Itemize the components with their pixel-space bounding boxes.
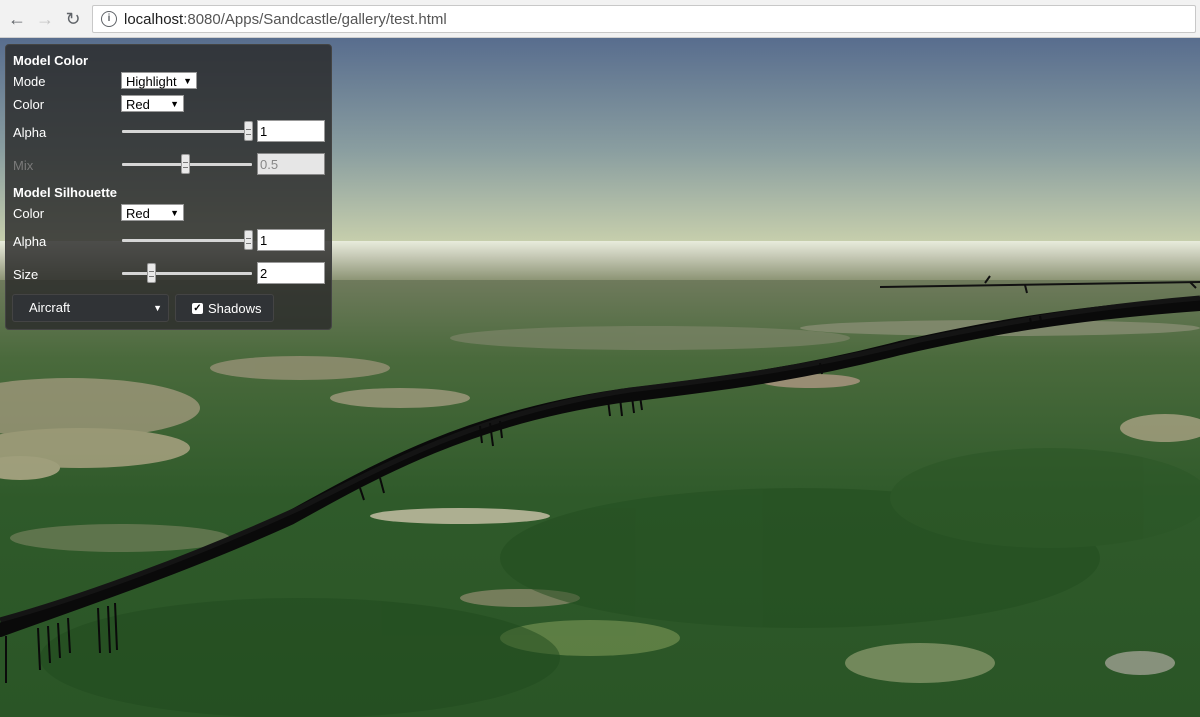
dropdown-arrow-icon: ▼ [183, 76, 192, 86]
slider-thumb[interactable] [146, 263, 156, 283]
dropdown-arrow-icon: ▼ [170, 99, 179, 109]
arrow-left-icon[interactable]: ← [6, 8, 28, 30]
alpha-label: Alpha [13, 125, 47, 140]
url-text[interactable]: localhost:8080/Apps/Sandcastle/gallery/t… [124, 11, 447, 28]
silhouette-alpha-label: Alpha [13, 234, 47, 249]
model-select-value: Aircraft [29, 300, 71, 315]
arrow-right-icon[interactable]: → [34, 8, 56, 30]
silhouette-color-select[interactable]: Red ▼ [121, 204, 184, 221]
mix-label: Mix [13, 158, 34, 173]
mode-label: Mode [13, 74, 46, 89]
checkbox-checked-icon[interactable]: ✓ [192, 302, 203, 314]
silhouette-color-label: Color [13, 206, 45, 221]
model-silhouette-title: Model Silhouette [13, 185, 117, 200]
dropdown-arrow-icon: ▼ [153, 303, 162, 313]
shadows-label: Shadows [208, 300, 262, 316]
dropdown-arrow-icon: ▼ [170, 208, 179, 218]
slider-thumb[interactable] [244, 230, 253, 250]
address-bar[interactable]: i localhost:8080/Apps/Sandcastle/gallery… [92, 5, 1196, 33]
color-select[interactable]: Red ▼ [121, 95, 184, 112]
color-select-value: Red [126, 97, 150, 112]
silhouette-size-slider[interactable] [122, 263, 252, 283]
mode-select[interactable]: Highlight ▼ [121, 72, 197, 89]
slider-track [122, 239, 252, 242]
silhouette-size-label: Size [13, 267, 39, 282]
alpha-slider[interactable] [122, 121, 253, 141]
browser-toolbar: ← → ↻ i localhost:8080/Apps/Sandcastle/g… [0, 0, 1200, 38]
silhouette-alpha-slider[interactable] [122, 230, 253, 250]
model-select[interactable]: Aircraft ▼ [12, 294, 169, 322]
silhouette-color-value: Red [126, 206, 150, 221]
silhouette-alpha-input[interactable] [257, 229, 325, 251]
model-color-title: Model Color [13, 53, 89, 68]
alpha-input[interactable] [257, 120, 325, 142]
reload-icon[interactable]: ↻ [62, 8, 84, 30]
info-icon[interactable]: i [101, 11, 117, 27]
color-label: Color [13, 97, 45, 112]
slider-thumb[interactable] [244, 121, 253, 141]
sandcastle-toolbar: Model Color Mode Highlight ▼ Color Red ▼… [5, 44, 332, 330]
slider-track [122, 130, 252, 133]
mix-slider[interactable] [122, 154, 252, 174]
mode-select-value: Highlight [126, 74, 177, 89]
shadows-toggle[interactable]: ✓ Shadows [175, 294, 274, 322]
silhouette-size-input[interactable] [257, 262, 325, 284]
mix-input[interactable] [257, 153, 325, 175]
slider-thumb[interactable] [181, 154, 190, 174]
slider-track [122, 272, 252, 275]
